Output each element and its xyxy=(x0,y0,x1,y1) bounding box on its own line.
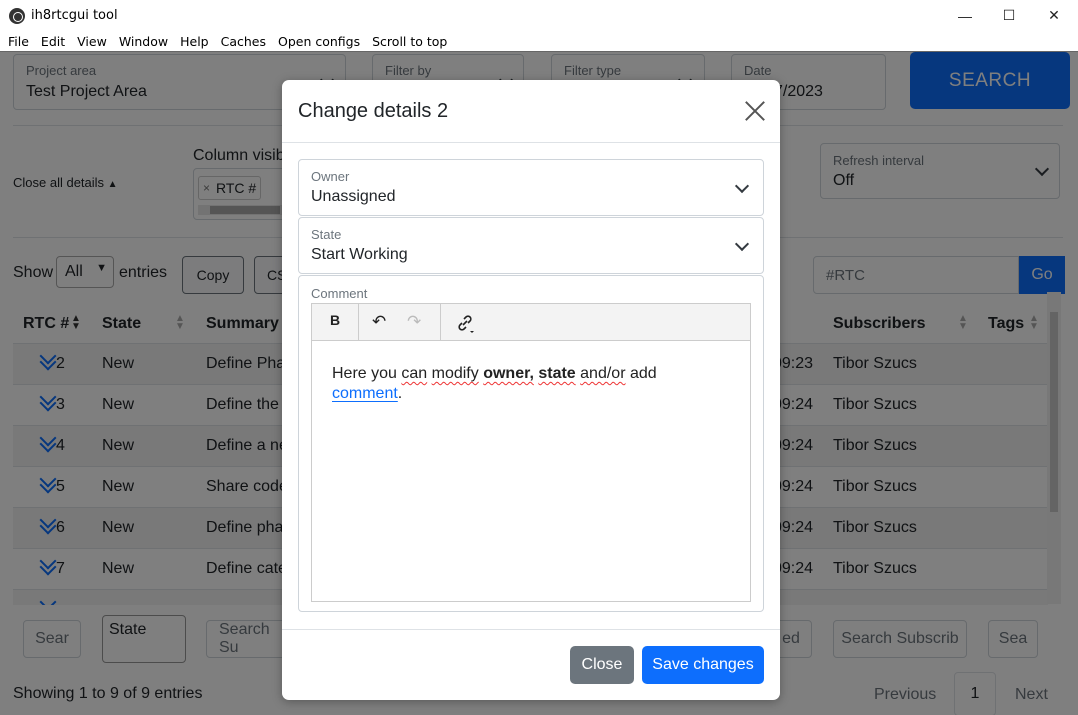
modal-title: Change details 2 xyxy=(298,100,449,122)
modal-header-divider xyxy=(282,142,780,143)
close-window-button[interactable]: ✕ xyxy=(1031,0,1077,31)
chevron-down-icon xyxy=(734,178,750,194)
chevron-down-icon xyxy=(734,236,750,252)
modal-footer-divider xyxy=(282,629,780,630)
spellcheck-word: modify xyxy=(431,365,479,382)
title-bar: ih8rtcgui tool — ☐ ✕ xyxy=(0,0,1078,31)
state-value: Start Working xyxy=(311,246,408,263)
undo-icon[interactable]: ↶ xyxy=(372,312,386,332)
change-details-modal: Change details 2 Owner Unassigned State … xyxy=(282,80,780,700)
menu-view[interactable]: View xyxy=(77,34,107,49)
toolbar-separator xyxy=(440,304,441,341)
close-icon[interactable] xyxy=(744,100,766,122)
bold-word-owner: owner, xyxy=(483,365,534,382)
bold-button[interactable]: B xyxy=(330,312,340,328)
minimize-button[interactable]: — xyxy=(942,0,988,31)
state-label: State xyxy=(311,227,342,242)
menu-help[interactable]: Help xyxy=(180,34,209,49)
comment-text[interactable]: Here you can modify owner, state and/or … xyxy=(332,364,732,404)
comment-link[interactable]: comment xyxy=(332,385,398,402)
app-icon xyxy=(9,7,25,24)
maximize-button[interactable]: ☐ xyxy=(986,0,1032,31)
spellcheck-word: and/or xyxy=(580,365,626,382)
owner-label: Owner xyxy=(311,169,350,184)
link-icon[interactable] xyxy=(454,313,476,339)
toolbar-separator xyxy=(358,304,359,341)
window-title: ih8rtcgui tool xyxy=(31,8,118,23)
menu-window[interactable]: Window xyxy=(119,34,168,49)
menu-scroll-to-top[interactable]: Scroll to top xyxy=(372,34,447,49)
spellcheck-word: can xyxy=(401,365,428,382)
menu-file[interactable]: File xyxy=(8,34,29,49)
owner-value: Unassigned xyxy=(311,188,396,205)
menu-open-configs[interactable]: Open configs xyxy=(278,34,360,49)
owner-select[interactable]: Owner Unassigned xyxy=(298,159,764,216)
redo-icon[interactable]: ↷ xyxy=(407,312,421,332)
save-changes-button[interactable]: Save changes xyxy=(642,646,764,684)
close-button[interactable]: Close xyxy=(570,646,634,684)
comment-editor[interactable]: B ↶ ↷ Here you can modify owner, state a… xyxy=(311,303,751,602)
state-select[interactable]: State Start Working xyxy=(298,217,764,274)
editor-toolbar: B ↶ ↷ xyxy=(312,304,750,341)
menu-caches[interactable]: Caches xyxy=(221,34,266,49)
comment-label: Comment xyxy=(311,286,368,301)
menu-bar: File Edit View Window Help Caches Open c… xyxy=(0,31,1078,51)
comment-text-part: add xyxy=(629,365,657,382)
menu-edit[interactable]: Edit xyxy=(41,34,65,49)
comment-text-part: Here you xyxy=(332,365,402,382)
bold-word-state: state xyxy=(538,365,576,382)
